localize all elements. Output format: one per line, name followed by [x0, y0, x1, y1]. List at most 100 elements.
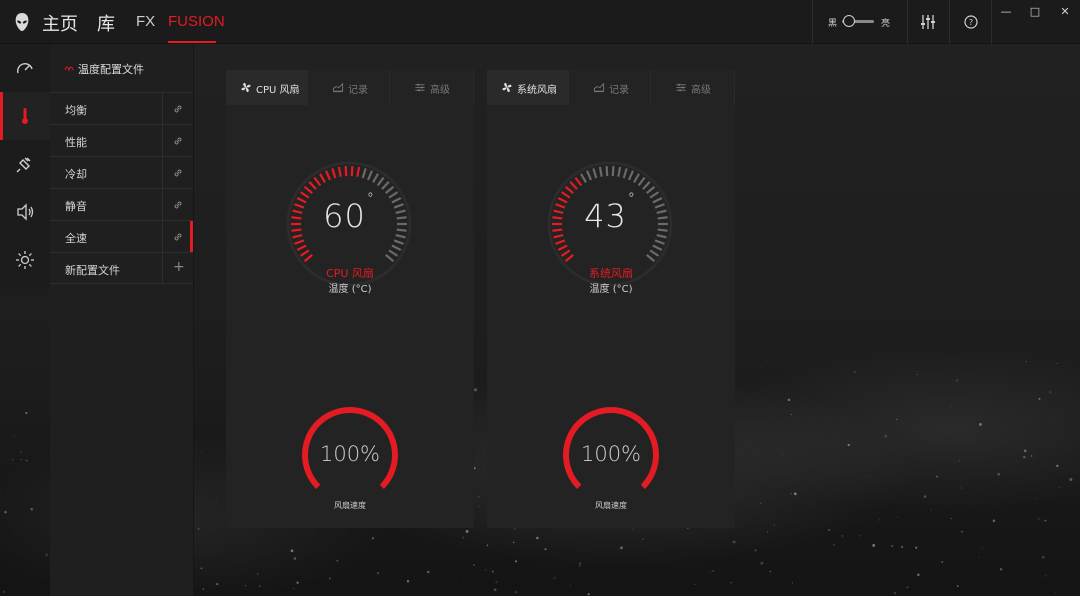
- alien-logo-icon[interactable]: [12, 12, 32, 32]
- particle: [244, 584, 247, 587]
- particle: [1025, 548, 1027, 550]
- particle: [514, 590, 518, 594]
- profile-row[interactable]: 全速: [50, 220, 193, 252]
- degree-symbol: °: [366, 191, 375, 207]
- add-icon[interactable]: +: [173, 259, 185, 275]
- card-tabs: 系统风扇 记录 高级: [487, 70, 735, 105]
- particle: [45, 553, 49, 557]
- profile-row[interactable]: 均衡: [50, 92, 193, 124]
- row-divider: [162, 93, 163, 124]
- particle: [485, 569, 487, 571]
- particle: [992, 519, 996, 523]
- particle: [941, 561, 944, 563]
- particle: [859, 535, 861, 537]
- profile-label: 静音: [65, 200, 87, 213]
- particle: [20, 459, 22, 461]
- particle: [478, 496, 480, 498]
- profile-row[interactable]: 冷却: [50, 156, 193, 188]
- maximize-button[interactable]: □: [1025, 4, 1045, 20]
- rail-item-display[interactable]: [0, 236, 50, 284]
- tab-advanced[interactable]: 高级: [390, 70, 474, 105]
- nav-fx[interactable]: FX: [136, 13, 155, 45]
- link-icon[interactable]: [172, 103, 184, 115]
- link-icon[interactable]: [172, 199, 184, 211]
- rail-item-power[interactable]: [0, 140, 50, 188]
- card-body: 43° 系统风扇 温度 (°C) 100% 风扇速度: [487, 105, 735, 528]
- app-window: 主页 库 FX FUSION 黑 亮 ? — □ ✕ 温度配置文件 均衡 性能 …: [0, 0, 1080, 596]
- settings-sliders-icon[interactable]: [918, 12, 938, 32]
- gauge-tick: [361, 168, 367, 179]
- gauge-tick: [564, 254, 574, 263]
- gauge-tick: [611, 166, 615, 177]
- profile-row[interactable]: 静音: [50, 188, 193, 220]
- gauge-tick: [553, 233, 564, 239]
- particle: [923, 495, 927, 498]
- toggle-knob[interactable]: [843, 15, 855, 27]
- link-icon[interactable]: [172, 231, 184, 243]
- particle: [793, 492, 797, 496]
- top-bar: 主页 库 FX FUSION 黑 亮 ? — □ ✕: [0, 0, 1080, 44]
- particle: [216, 583, 219, 586]
- close-button[interactable]: ✕: [1055, 4, 1075, 20]
- gauge-tick: [555, 239, 566, 245]
- particle: [712, 570, 714, 572]
- row-divider: [162, 157, 163, 188]
- gauge-tick: [395, 233, 406, 239]
- particle: [917, 573, 920, 577]
- link-icon[interactable]: [172, 167, 184, 179]
- tab-history[interactable]: 记录: [308, 70, 390, 105]
- gauge-title: 系统风扇: [589, 267, 633, 280]
- content-divider: [193, 44, 194, 596]
- help-icon[interactable]: ?: [961, 12, 981, 32]
- particle: [290, 549, 294, 553]
- particle: [906, 586, 909, 589]
- tab-fan[interactable]: CPU 风扇: [226, 70, 308, 105]
- gauge-tick: [376, 176, 385, 187]
- particle: [336, 559, 339, 562]
- particle: [2, 590, 6, 593]
- particle: [1041, 555, 1045, 559]
- theme-light-label: 亮: [881, 19, 891, 29]
- tab-advanced[interactable]: 高级: [651, 70, 735, 105]
- tab-history[interactable]: 记录: [569, 70, 651, 105]
- minimize-button[interactable]: —: [996, 4, 1016, 20]
- gauge-tick: [385, 254, 395, 263]
- nav-home[interactable]: 主页: [42, 10, 78, 42]
- particle: [266, 547, 268, 549]
- particle: [376, 571, 380, 575]
- particle: [1052, 418, 1054, 420]
- rail-item-thermal[interactable]: [0, 92, 50, 140]
- particle: [1044, 575, 1047, 577]
- particle: [536, 536, 539, 540]
- link-icon[interactable]: [172, 135, 184, 147]
- new-profile-row[interactable]: 新配置文件 +: [50, 252, 193, 284]
- particle: [491, 570, 494, 573]
- particle: [578, 565, 581, 567]
- rail-item-audio[interactable]: [0, 188, 50, 236]
- particle: [878, 518, 881, 521]
- particle: [292, 587, 295, 590]
- particle: [495, 581, 498, 584]
- particle: [473, 564, 475, 566]
- particle: [958, 459, 961, 462]
- rail-item-performance[interactable]: [0, 44, 50, 92]
- thermometer-icon: [22, 108, 28, 124]
- particle: [853, 407, 855, 409]
- profile-row[interactable]: 性能: [50, 124, 193, 156]
- particle: [965, 509, 967, 511]
- nav-library[interactable]: 库: [97, 10, 115, 42]
- profiles-title: 温度配置文件: [78, 63, 144, 76]
- gauge-tick: [646, 185, 656, 194]
- particle: [766, 531, 768, 533]
- theme-toggle[interactable]: 黑 亮: [826, 14, 896, 30]
- power-plug-icon: [16, 157, 31, 173]
- particle: [202, 588, 205, 590]
- particle: [296, 581, 299, 584]
- particle: [997, 472, 1001, 476]
- tab-fan[interactable]: 系统风扇: [487, 70, 569, 105]
- fan-speed-value: 100%: [319, 442, 381, 466]
- particle: [19, 451, 22, 454]
- gauge-tick: [652, 244, 663, 252]
- particle: [632, 528, 635, 531]
- particle: [828, 528, 831, 531]
